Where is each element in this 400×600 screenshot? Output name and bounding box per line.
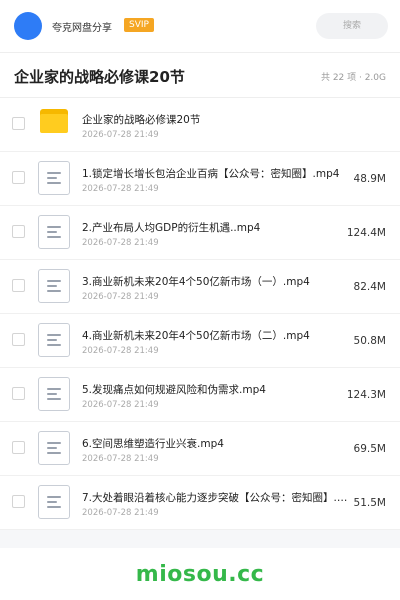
item-date: 2026-07-28 21:49	[82, 454, 159, 464]
file-list: 企业家的战略必修课20节 2026-07-28 21:49 1.锁定增长增长包治…	[0, 98, 400, 530]
item-date: 2026-07-28 21:49	[82, 130, 159, 140]
item-size: 124.4M	[346, 227, 386, 239]
item-name: 企业家的战略必修课20节	[82, 114, 201, 126]
item-checkbox[interactable]	[12, 441, 25, 454]
search-input[interactable]	[316, 13, 388, 39]
list-item-file[interactable]: 4.商业新机未来20年4个50亿新市场（二）.mp4 2026-07-28 21…	[0, 314, 400, 368]
folder-meta: 共 22 项 · 2.0G	[320, 73, 386, 83]
item-checkbox[interactable]	[12, 333, 25, 346]
item-name: 7.大处着眼沿着核心能力逐步突破【公众号：密知圈】.mp4	[82, 492, 350, 504]
app-header: 夸克网盘分享 SVIP	[0, 0, 400, 53]
file-icon	[38, 485, 70, 519]
item-checkbox[interactable]	[12, 387, 25, 400]
item-checkbox[interactable]	[12, 279, 25, 292]
list-item-file[interactable]: 2.产业布局人均GDP的衍生机遇..mp4 2026-07-28 21:49 1…	[0, 206, 400, 260]
file-icon	[38, 215, 70, 249]
item-date: 2026-07-28 21:49	[82, 184, 159, 194]
item-name: 3.商业新机未来20年4个50亿新市场（一）.mp4	[82, 276, 310, 288]
item-checkbox[interactable]	[12, 171, 25, 184]
list-item-file[interactable]: 1.锁定增长增长包治企业百病【公众号：密知圈】.mp4 2026-07-28 2…	[0, 152, 400, 206]
item-date: 2026-07-28 21:49	[82, 292, 159, 302]
list-item-file[interactable]: 6.空间思维塑造行业兴衰.mp4 2026-07-28 21:49 69.5M	[0, 422, 400, 476]
item-date: 2026-07-28 21:49	[82, 238, 159, 248]
list-item-file[interactable]: 5.发现痛点如何规避风险和伪需求.mp4 2026-07-28 21:49 12…	[0, 368, 400, 422]
folder-icon	[40, 109, 68, 133]
item-size: 48.9M	[353, 173, 386, 185]
item-size: 124.3M	[346, 389, 386, 401]
list-item-file[interactable]: 7.大处着眼沿着核心能力逐步突破【公众号：密知圈】.mp4 2026-07-28…	[0, 476, 400, 530]
file-icon	[38, 323, 70, 357]
site-brand[interactable]: miosou.cc	[0, 562, 400, 587]
item-date: 2026-07-28 21:49	[82, 346, 159, 356]
item-size: 82.4M	[353, 281, 386, 293]
file-icon	[38, 377, 70, 411]
item-name: 1.锁定增长增长包治企业百病【公众号：密知圈】.mp4	[82, 168, 340, 180]
item-checkbox[interactable]	[12, 495, 25, 508]
file-icon	[38, 161, 70, 195]
item-name: 5.发现痛点如何规避风险和伪需求.mp4	[82, 384, 266, 396]
item-checkbox[interactable]	[12, 225, 25, 238]
item-size: 69.5M	[353, 443, 386, 455]
app-title: 夸克网盘分享	[52, 23, 112, 34]
item-checkbox[interactable]	[12, 117, 25, 130]
avatar[interactable]	[14, 12, 42, 40]
list-item-file[interactable]: 3.商业新机未来20年4个50亿新市场（一）.mp4 2026-07-28 21…	[0, 260, 400, 314]
footer: miosou.cc	[0, 548, 400, 600]
item-name: 2.产业布局人均GDP的衍生机遇..mp4	[82, 222, 261, 234]
folder-title-bar: 企业家的战略必修课20节 共 22 项 · 2.0G	[0, 53, 400, 98]
item-date: 2026-07-28 21:49	[82, 508, 159, 518]
item-date: 2026-07-28 21:49	[82, 400, 159, 410]
list-item-folder[interactable]: 企业家的战略必修课20节 2026-07-28 21:49	[0, 98, 400, 152]
item-size: 50.8M	[353, 335, 386, 347]
item-name: 6.空间思维塑造行业兴衰.mp4	[82, 438, 224, 450]
svip-badge: SVIP	[124, 18, 154, 32]
file-icon	[38, 269, 70, 303]
file-icon	[38, 431, 70, 465]
item-name: 4.商业新机未来20年4个50亿新市场（二）.mp4	[82, 330, 310, 342]
page-title: 企业家的战略必修课20节	[14, 68, 185, 86]
item-size: 51.5M	[353, 497, 386, 509]
